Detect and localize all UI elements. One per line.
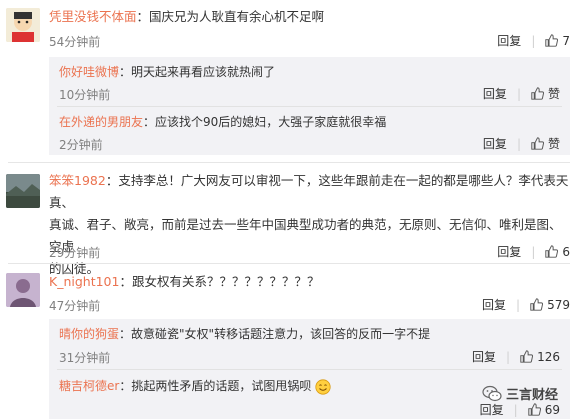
comment-text-line: 真诚、君子、敞亮，而前是过去一些年中国典型成功者的典范，无原则、无信仰、唯利是图… bbox=[49, 217, 562, 254]
thumbs-up-icon bbox=[545, 245, 559, 258]
smile-emoji-icon bbox=[315, 378, 331, 395]
reply-button[interactable]: 回复 bbox=[482, 296, 506, 313]
avatar[interactable] bbox=[6, 273, 40, 307]
reply-text: 应该找个90后的媳妇，大强子家庭就很幸福 bbox=[155, 115, 387, 129]
reply-text: 故意碰瓷"女权"转移话题注意力，该回答的反而一字不提 bbox=[131, 327, 431, 341]
username-link[interactable]: 在外递的男朋友 bbox=[59, 115, 143, 129]
thumbs-up-icon bbox=[528, 403, 541, 416]
reply-item: 在外递的男朋友：应该找个90后的媳妇，大强子家庭就很幸福 2分钟前 回复 | 赞 bbox=[59, 115, 560, 152]
username-link[interactable]: 糖吉柯德er bbox=[59, 379, 119, 393]
watermark-text: 三言财经 bbox=[505, 388, 558, 403]
reply-button[interactable]: 回复 bbox=[483, 135, 507, 152]
comment-divider bbox=[8, 162, 570, 163]
like-button[interactable]: 69 bbox=[528, 403, 560, 417]
reply-list: 你好哇微博：明天起来再看应该就热闹了 10分钟前 回复 | 赞 在外递的男朋友：… bbox=[49, 57, 570, 155]
like-button[interactable]: 7 bbox=[545, 34, 570, 48]
username-link[interactable]: 笨笨1982 bbox=[49, 173, 106, 188]
reply-text: 挑起两性矛盾的话题，试图甩锅呗 bbox=[131, 379, 312, 393]
reply-button[interactable]: 回复 bbox=[497, 243, 521, 260]
like-count: 579 bbox=[547, 297, 570, 312]
reply-button[interactable]: 回复 bbox=[497, 32, 521, 49]
comment-text-line: K_night101：跟女权有关系？？？？？？？？？ bbox=[49, 274, 320, 289]
thumbs-up-icon bbox=[531, 87, 544, 100]
timestamp: 2分钟前 bbox=[59, 138, 103, 152]
reply-button[interactable]: 回复 bbox=[472, 348, 496, 365]
timestamp: 54分钟前 bbox=[49, 35, 101, 49]
timestamp: 10分钟前 bbox=[59, 88, 111, 102]
avatar[interactable] bbox=[6, 8, 40, 42]
timestamp: 47分钟前 bbox=[49, 299, 101, 313]
thumbs-up-icon bbox=[531, 137, 544, 150]
reply-button[interactable]: 回复 bbox=[480, 401, 504, 418]
reply-button[interactable]: 回复 bbox=[483, 85, 507, 102]
username-link[interactable]: 你好哇微博 bbox=[59, 65, 119, 79]
timestamp: 29分钟前 bbox=[49, 246, 101, 260]
reply-item: 晴你的狗蛋：故意碰瓷"女权"转移话题注意力，该回答的反而一字不提 31分钟前 回… bbox=[59, 327, 560, 365]
like-count: 126 bbox=[537, 349, 560, 364]
like-count: 7 bbox=[562, 33, 570, 48]
reply-list: 晴你的狗蛋：故意碰瓷"女权"转移话题注意力，该回答的反而一字不提 31分钟前 回… bbox=[49, 319, 570, 419]
thumbs-up-icon bbox=[530, 298, 544, 311]
like-button[interactable]: 579 bbox=[530, 298, 570, 312]
wechat-icon bbox=[482, 385, 502, 401]
like-count: 赞 bbox=[547, 87, 560, 101]
like-button[interactable]: 126 bbox=[520, 350, 560, 364]
reply-text: 明天起来再看应该就热闹了 bbox=[131, 65, 276, 79]
comment-text-line: 笨笨1982：支持李总！广大网友可以审视一下，这些年跟前走在一起的都是哪些人？李… bbox=[49, 173, 569, 210]
username-link[interactable]: 凭里没钱不体面 bbox=[49, 9, 137, 24]
reply-item: 你好哇微博：明天起来再看应该就热闹了 10分钟前 回复 | 赞 bbox=[59, 65, 560, 102]
comment-divider bbox=[8, 263, 570, 264]
like-button[interactable]: 赞 bbox=[531, 135, 560, 152]
avatar[interactable] bbox=[6, 174, 40, 208]
like-button[interactable]: 赞 bbox=[531, 85, 560, 102]
watermark: 三言财经 bbox=[482, 384, 558, 403]
like-button[interactable]: 6 bbox=[545, 245, 570, 259]
like-count: 6 bbox=[562, 244, 570, 259]
timestamp: 31分钟前 bbox=[59, 351, 111, 365]
username-link[interactable]: K_night101 bbox=[49, 274, 119, 289]
comment-text-line: 凭里没钱不体面：国庆兄为人耿直有余心机不足啊 bbox=[49, 9, 325, 24]
like-count: 69 bbox=[544, 402, 560, 417]
thumbs-up-icon bbox=[520, 350, 534, 363]
thumbs-up-icon bbox=[545, 34, 559, 47]
like-count: 赞 bbox=[547, 137, 560, 151]
username-link[interactable]: 晴你的狗蛋 bbox=[59, 327, 119, 341]
